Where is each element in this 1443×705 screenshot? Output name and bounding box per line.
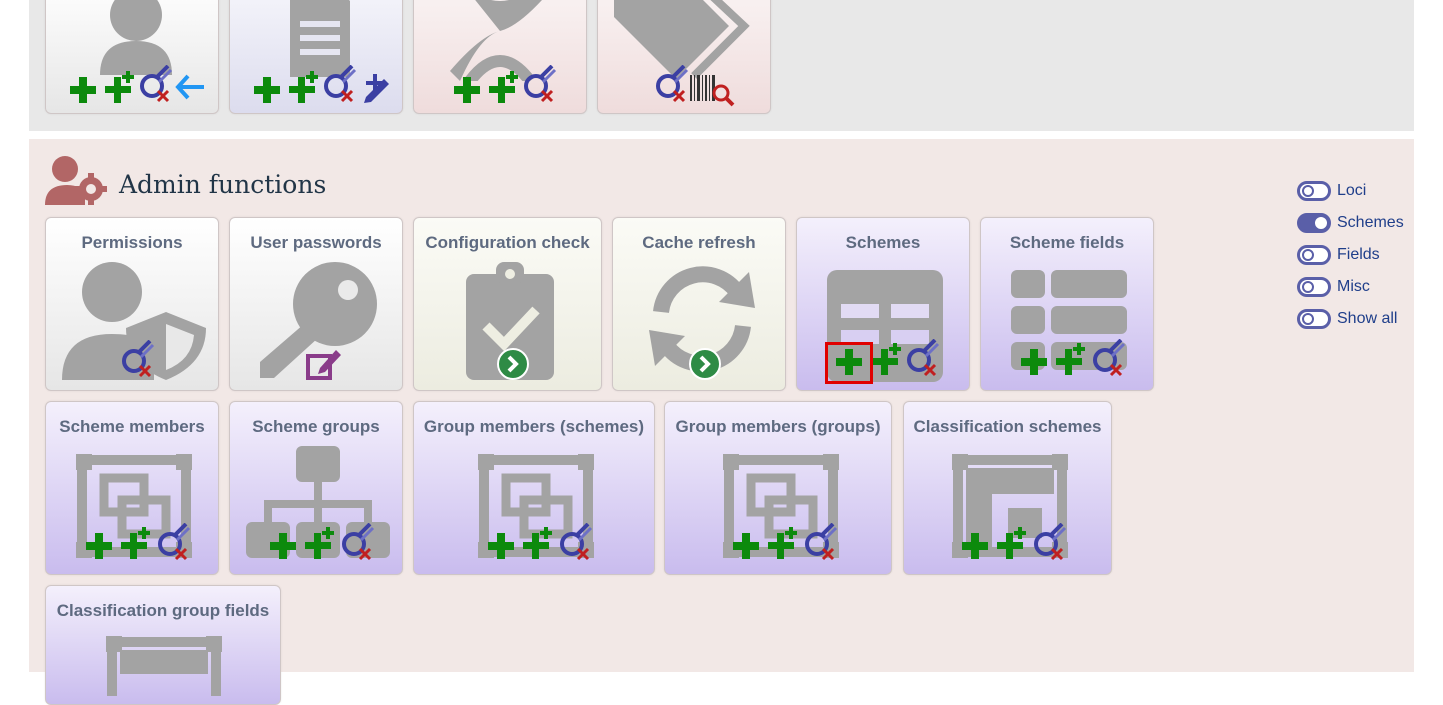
plus-icon[interactable] xyxy=(252,75,282,105)
tile-title: Scheme groups xyxy=(252,417,380,436)
filter-fields[interactable]: Fields xyxy=(1297,239,1404,271)
double-plus-icon[interactable] xyxy=(869,343,903,377)
double-plus-icon[interactable] xyxy=(520,527,554,561)
plus-icon[interactable] xyxy=(452,75,482,105)
admin-user-gear-icon xyxy=(45,155,107,207)
double-plus-icon[interactable] xyxy=(286,71,320,105)
query-icon[interactable] xyxy=(156,523,192,561)
filter-loci[interactable]: Loci xyxy=(1297,175,1404,207)
double-plus-icon[interactable] xyxy=(1053,343,1087,377)
users-tile[interactable] xyxy=(45,0,219,114)
tile-title: Scheme fields xyxy=(1009,233,1125,252)
query-icon[interactable] xyxy=(322,65,358,103)
highlight-box xyxy=(825,342,873,384)
toggle-switch[interactable] xyxy=(1297,309,1331,329)
previous-section-panel xyxy=(29,0,1414,131)
double-plus-icon[interactable] xyxy=(994,527,1028,561)
tile-title: User passwords xyxy=(250,233,382,252)
tile-title: Schemes xyxy=(845,233,921,252)
filter-label: Fields xyxy=(1337,246,1380,263)
query-icon[interactable] xyxy=(120,340,156,378)
plus-icon[interactable] xyxy=(486,531,516,561)
classification-group-fields-tile[interactable]: Classification group fields xyxy=(45,585,281,705)
query-icon[interactable] xyxy=(558,523,594,561)
edit-icon[interactable] xyxy=(306,346,342,382)
filter-schemes[interactable]: Schemes xyxy=(1297,207,1404,239)
scheme-fields-tile[interactable]: Scheme fields xyxy=(980,217,1154,391)
filter-label: Schemes xyxy=(1337,214,1404,231)
toggle-switch[interactable] xyxy=(1297,213,1331,233)
user-groups-tile[interactable] xyxy=(229,0,403,114)
scheme-members-tile[interactable]: Scheme members xyxy=(45,401,219,575)
query-icon[interactable] xyxy=(1091,339,1127,377)
plus-icon[interactable] xyxy=(268,531,298,561)
plus-icon[interactable] xyxy=(1019,347,1049,377)
batch-edit-icon[interactable] xyxy=(358,69,392,103)
group-members-schemes-tile[interactable]: Group members (schemes) xyxy=(413,401,655,575)
plus-icon[interactable] xyxy=(84,531,114,561)
admin-functions-title: Admin functions xyxy=(119,170,327,199)
query-icon[interactable] xyxy=(905,339,941,377)
toggle-switch[interactable] xyxy=(1297,277,1331,297)
barcode-search-icon[interactable] xyxy=(690,73,736,107)
classification-schemes-tile[interactable]: Classification schemes xyxy=(903,401,1112,575)
double-plus-icon[interactable] xyxy=(102,71,136,105)
filter-show-all[interactable]: Show all xyxy=(1297,303,1404,335)
toggle-switch[interactable] xyxy=(1297,181,1331,201)
tile-title: Scheme members xyxy=(59,417,205,436)
tile-title: Group members (schemes) xyxy=(423,417,645,436)
double-plus-icon[interactable] xyxy=(302,527,336,561)
sequences-tile[interactable] xyxy=(413,0,587,114)
query-icon[interactable] xyxy=(138,65,174,103)
toggle-switch[interactable] xyxy=(1297,245,1331,265)
tile-title: Group members (groups) xyxy=(675,417,881,436)
query-icon[interactable] xyxy=(1032,523,1068,561)
tile-title: Cache refresh xyxy=(642,233,756,252)
group-members-groups-tile[interactable]: Group members (groups) xyxy=(664,401,892,575)
schemes-tile[interactable]: Schemes xyxy=(796,217,970,391)
double-plus-icon[interactable] xyxy=(765,527,799,561)
query-icon[interactable] xyxy=(654,65,690,103)
go-arrow-icon[interactable] xyxy=(497,348,529,380)
permissions-tile[interactable]: Permissions xyxy=(45,217,219,391)
plus-icon[interactable] xyxy=(731,531,761,561)
cache-refresh-tile[interactable]: Cache refresh xyxy=(612,217,786,391)
user-passwords-tile[interactable]: User passwords xyxy=(229,217,403,391)
tags-tile[interactable] xyxy=(597,0,771,114)
filter-misc[interactable]: Misc xyxy=(1297,271,1404,303)
tile-title: Configuration check xyxy=(425,233,590,252)
filter-label: Misc xyxy=(1337,278,1370,295)
filter-label: Loci xyxy=(1337,182,1367,199)
double-plus-icon[interactable] xyxy=(118,527,152,561)
configuration-check-tile[interactable]: Configuration check xyxy=(413,217,602,391)
back-arrow-icon[interactable] xyxy=(174,73,206,101)
query-icon[interactable] xyxy=(803,523,839,561)
filter-label: Show all xyxy=(1337,310,1398,327)
query-icon[interactable] xyxy=(340,523,376,561)
classification-icon xyxy=(106,636,222,696)
plus-icon[interactable] xyxy=(960,531,990,561)
scheme-groups-tile[interactable]: Scheme groups xyxy=(229,401,403,575)
tile-title: Classification group fields xyxy=(56,601,270,620)
filter-toggles: Loci Schemes Fields Misc Show all xyxy=(1297,175,1404,335)
query-icon[interactable] xyxy=(522,65,558,103)
user-icon xyxy=(100,0,172,75)
tile-title: Permissions xyxy=(81,233,183,252)
double-plus-icon[interactable] xyxy=(486,71,520,105)
plus-icon[interactable] xyxy=(68,75,98,105)
go-arrow-icon[interactable] xyxy=(689,348,721,380)
tile-title: Classification schemes xyxy=(913,417,1102,436)
